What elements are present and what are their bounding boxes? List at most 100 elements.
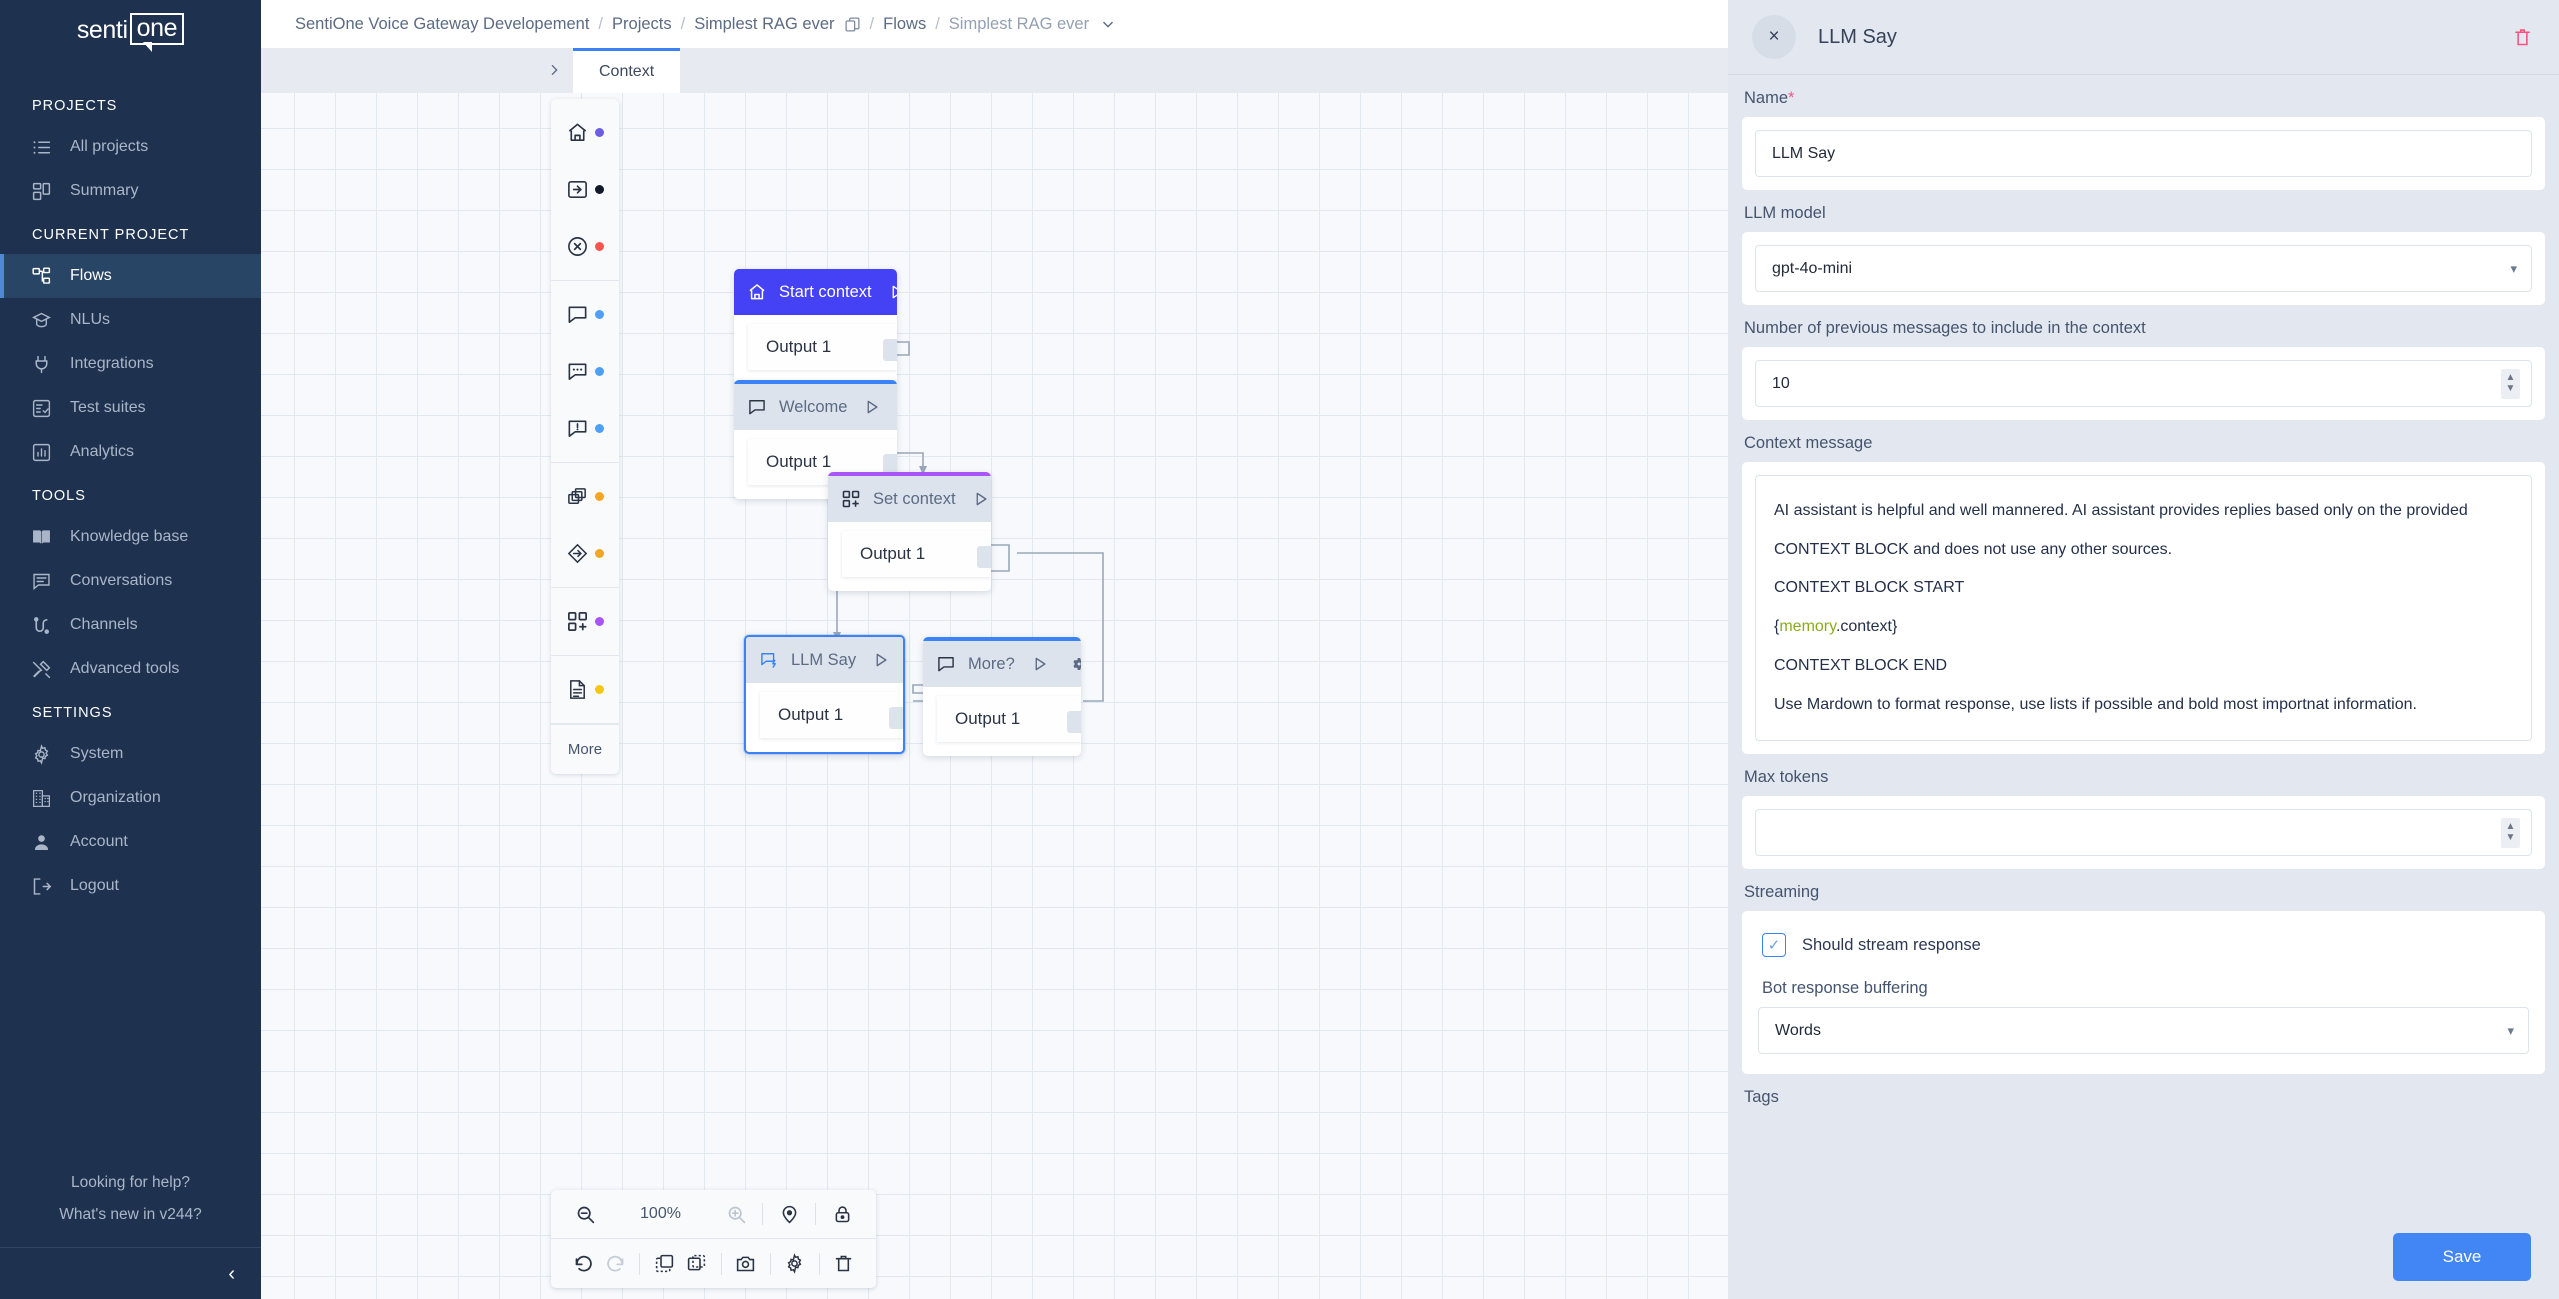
- llm-model-select[interactable]: gpt-4o-mini: [1755, 245, 2532, 292]
- chevron-down-icon[interactable]: [1099, 15, 1117, 33]
- undo-icon[interactable]: [567, 1246, 599, 1282]
- node-header[interactable]: Start context: [734, 269, 897, 315]
- sidebar-item-nlus[interactable]: NLUs: [0, 298, 261, 342]
- flow-node-set-context[interactable]: Set context Output 1: [828, 472, 991, 591]
- sidebar-item-label: Knowledge base: [70, 528, 189, 545]
- copy-icon[interactable]: [844, 16, 861, 33]
- paste-frame-icon[interactable]: [681, 1246, 713, 1282]
- buffering-select[interactable]: Words: [1758, 1007, 2529, 1055]
- node-header[interactable]: LLM Say: [746, 637, 903, 683]
- sidebar-item-label: Summary: [70, 182, 139, 199]
- stepper-down-icon[interactable]: ▼: [2506, 383, 2516, 395]
- sidebar-item-flows[interactable]: Flows: [0, 254, 261, 298]
- field-llm-model: LLM model gpt-4o-mini: [1742, 190, 2545, 305]
- breadcrumb-item-project[interactable]: Simplest RAG ever: [694, 15, 834, 34]
- palette-item-copies[interactable]: [551, 468, 619, 525]
- sidebar-item-analytics[interactable]: Analytics: [0, 430, 261, 474]
- palette-item-say[interactable]: [551, 286, 619, 343]
- sidebar-item-advanced-tools[interactable]: Advanced tools: [0, 647, 261, 691]
- output-port[interactable]: [1067, 710, 1081, 733]
- palette-item-set-context[interactable]: [551, 593, 619, 650]
- palette-item-enter[interactable]: [551, 161, 619, 218]
- flow-node-llm-say[interactable]: LLM Say Output 1: [744, 635, 905, 754]
- name-input[interactable]: LLM Say: [1755, 130, 2532, 177]
- palette-item-start-context[interactable]: [551, 104, 619, 161]
- sidebar-item-conversations[interactable]: Conversations: [0, 559, 261, 603]
- play-icon[interactable]: [868, 647, 894, 673]
- gear-icon[interactable]: [1065, 651, 1081, 677]
- sidebar-item-organization[interactable]: Organization: [0, 776, 261, 820]
- close-icon[interactable]: ×: [1752, 15, 1796, 59]
- save-button[interactable]: Save: [2393, 1233, 2531, 1281]
- node-header[interactable]: More?: [923, 641, 1081, 687]
- sidebar-item-all-projects[interactable]: All projects: [0, 125, 261, 169]
- sidebar-item-test-suites[interactable]: Test suites: [0, 386, 261, 430]
- node-output[interactable]: Output 1: [760, 692, 903, 738]
- zoom-out-icon[interactable]: [567, 1196, 603, 1232]
- output-port[interactable]: [977, 545, 991, 568]
- breadcrumb-item-flow[interactable]: Simplest RAG ever: [949, 15, 1089, 34]
- flow-canvas[interactable]: More Start context Output 1 Welcome Outp…: [261, 93, 1728, 1299]
- number-stepper[interactable]: ▲ ▼: [2501, 368, 2520, 399]
- whats-new-link[interactable]: What's new in v244?: [0, 1199, 261, 1231]
- palette-item-end[interactable]: [551, 218, 619, 275]
- node-title: LLM Say: [791, 650, 857, 669]
- palette-item-ask[interactable]: [551, 343, 619, 400]
- chat-lines-icon: [30, 570, 52, 592]
- palette-item-route[interactable]: [551, 525, 619, 582]
- breadcrumb-item-workspace[interactable]: SentiOne Voice Gateway Developement: [295, 15, 589, 34]
- node-output[interactable]: Output 1: [842, 531, 991, 577]
- play-icon[interactable]: [859, 394, 885, 420]
- prev-messages-input[interactable]: 10 ▲ ▼: [1755, 360, 2532, 407]
- max-tokens-input[interactable]: ▲ ▼: [1755, 809, 2532, 857]
- number-stepper[interactable]: ▲ ▼: [2501, 817, 2520, 848]
- node-output[interactable]: Output 1: [748, 324, 897, 370]
- palette-more-button[interactable]: More: [551, 724, 619, 774]
- output-port[interactable]: [889, 706, 903, 729]
- zoom-in-icon[interactable]: [718, 1196, 754, 1232]
- brand-logo[interactable]: senti one: [0, 0, 261, 58]
- should-stream-checkbox[interactable]: ✓: [1762, 933, 1786, 958]
- node-header[interactable]: Set context: [828, 476, 991, 522]
- settings-icon[interactable]: [779, 1246, 811, 1282]
- lock-icon[interactable]: [824, 1196, 860, 1232]
- locate-icon[interactable]: [771, 1196, 807, 1232]
- flow-node-start-context[interactable]: Start context Output 1: [734, 269, 897, 384]
- output-port[interactable]: [883, 338, 897, 361]
- sidebar-item-summary[interactable]: Summary: [0, 169, 261, 213]
- context-message-textarea[interactable]: AI assistant is helpful and well mannere…: [1755, 475, 2532, 742]
- should-stream-row[interactable]: ✓ Should stream response: [1758, 929, 2529, 958]
- play-icon[interactable]: [884, 279, 897, 305]
- tab-context[interactable]: Context: [573, 48, 681, 93]
- palette-item-document[interactable]: [551, 661, 619, 718]
- copy-frame-icon[interactable]: [648, 1246, 680, 1282]
- palette-item-alert[interactable]: [551, 400, 619, 457]
- sidebar-item-system[interactable]: System: [0, 732, 261, 776]
- delete-node-icon[interactable]: [2512, 26, 2533, 49]
- field-label-name: Name*: [1742, 89, 2545, 117]
- screenshot-icon[interactable]: [730, 1246, 762, 1282]
- node-output[interactable]: Output 1: [937, 696, 1081, 742]
- redo-icon[interactable]: [599, 1246, 631, 1282]
- breadcrumb-item-projects[interactable]: Projects: [612, 15, 672, 34]
- palette-dot: [595, 128, 604, 137]
- sidebar-item-knowledge-base[interactable]: Knowledge base: [0, 515, 261, 559]
- node-header[interactable]: Welcome: [734, 384, 897, 430]
- stepper-down-icon[interactable]: ▼: [2506, 832, 2516, 844]
- flow-node-more[interactable]: More? Output 1: [923, 637, 1081, 756]
- sidebar-item-account[interactable]: Account: [0, 820, 261, 864]
- sidebar-item-channels[interactable]: Channels: [0, 603, 261, 647]
- help-link[interactable]: Looking for help?: [0, 1167, 261, 1199]
- sidebar-item-logout[interactable]: Logout: [0, 864, 261, 908]
- collapse-sidebar-icon[interactable]: ‹: [228, 1264, 235, 1284]
- node-body: Output 1: [923, 687, 1081, 756]
- expand-panel-icon[interactable]: [541, 57, 567, 83]
- play-icon[interactable]: [1027, 651, 1053, 677]
- node-palette[interactable]: More: [551, 99, 619, 774]
- breadcrumb-item-flows[interactable]: Flows: [883, 15, 926, 34]
- play-icon[interactable]: [968, 486, 991, 512]
- context-line-4: CONTEXT BLOCK END: [1774, 656, 1948, 674]
- sidebar-item-integrations[interactable]: Integrations: [0, 342, 261, 386]
- delete-icon[interactable]: [828, 1246, 860, 1282]
- chat-alert-icon: [566, 417, 589, 440]
